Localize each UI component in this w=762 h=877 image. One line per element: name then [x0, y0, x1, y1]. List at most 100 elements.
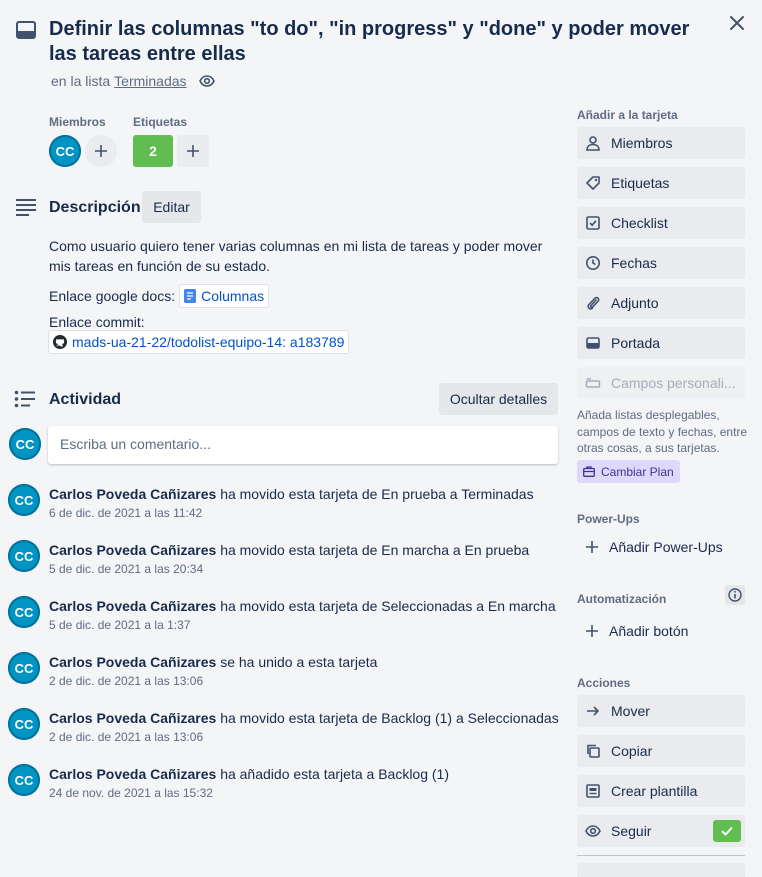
dates-button[interactable]: Fechas: [577, 247, 745, 279]
commit-link-label: mads-ua-21-22/todolist-equipo-14: a18378…: [72, 334, 345, 350]
add-powerups-label: Añadir Power-Ups: [609, 539, 723, 555]
eye-icon: [198, 73, 215, 89]
cover-button-label: Portada: [611, 335, 661, 351]
actions-title: Acciones: [577, 676, 631, 690]
custom-fields-icon: [585, 378, 601, 388]
activity-date[interactable]: 24 de nov. de 2021 a las 15:32: [49, 786, 213, 800]
list-link[interactable]: Terminadas: [114, 73, 186, 89]
card-title[interactable]: Definir las columnas "to do", "in progre…: [49, 17, 709, 67]
labels-label: Etiquetas: [133, 115, 188, 129]
google-docs-icon: [184, 289, 197, 303]
activity-title: Actividad: [49, 391, 122, 408]
avatar[interactable]: CC: [8, 596, 40, 628]
follow-button-label: Seguir: [611, 823, 652, 839]
activity-text: Carlos Poveda Cañizares se ha unido a es…: [49, 652, 377, 672]
plus-icon: [187, 145, 199, 157]
add-member-button[interactable]: [85, 135, 117, 167]
add-button-button[interactable]: Añadir botón: [577, 615, 745, 647]
copy-button-label: Copiar: [611, 743, 653, 759]
briefcase-icon: [583, 466, 595, 477]
commit-label: Enlace commit:: [49, 314, 145, 330]
activity-text: Carlos Poveda Cañizares ha movido esta t…: [49, 484, 534, 504]
activity-user[interactable]: Carlos Poveda Cañizares: [49, 654, 216, 670]
eye-icon: [585, 825, 601, 837]
add-to-card-title: Añadir a la tarjeta: [577, 108, 678, 122]
members-button-label: Miembros: [611, 135, 673, 151]
label-chip[interactable]: 2: [133, 135, 173, 167]
attachment-button[interactable]: Adjunto: [577, 287, 745, 319]
avatar[interactable]: CC: [8, 708, 40, 740]
docs-link-label: Columnas: [201, 288, 265, 304]
info-icon: [728, 588, 742, 602]
avatar[interactable]: CC: [49, 135, 81, 167]
move-button[interactable]: Mover: [577, 695, 745, 727]
avatar[interactable]: CC: [8, 764, 40, 796]
create-template-button[interactable]: Crear plantilla: [577, 775, 745, 807]
activity-date[interactable]: 2 de dic. de 2021 a las 13:06: [49, 730, 203, 744]
activity-action: ha movido esta tarjeta de En marcha a En…: [220, 542, 530, 558]
cover-icon: [586, 337, 600, 349]
checklist-button[interactable]: Checklist: [577, 207, 745, 239]
activity-user[interactable]: Carlos Poveda Cañizares: [49, 766, 216, 782]
avatar[interactable]: CC: [8, 540, 40, 572]
plus-icon: [586, 625, 598, 637]
avatar[interactable]: CC: [8, 484, 40, 516]
activity-text: Carlos Poveda Cañizares ha movido esta t…: [49, 596, 556, 616]
clock-icon: [586, 256, 600, 270]
activity-user[interactable]: Carlos Poveda Cañizares: [49, 542, 216, 558]
custom-fields-button[interactable]: Campos personali...: [577, 367, 745, 399]
description-text: Como usuario quiero tener varias columna…: [49, 238, 543, 274]
divider: [577, 855, 745, 856]
labels-button[interactable]: Etiquetas: [577, 167, 745, 199]
dates-button-label: Fechas: [611, 255, 657, 271]
github-icon: [53, 335, 67, 349]
upgrade-plan-label: Cambiar Plan: [601, 464, 674, 479]
person-icon: [586, 136, 600, 151]
edit-description-button[interactable]: Editar: [142, 191, 201, 223]
activity-action: ha movido esta tarjeta de Seleccionadas …: [220, 598, 556, 614]
activity-user[interactable]: Carlos Poveda Cañizares: [49, 486, 216, 502]
automation-info-button[interactable]: [725, 585, 745, 605]
paperclip-icon: [587, 296, 600, 310]
follow-button[interactable]: Seguir: [577, 815, 745, 847]
archive-button[interactable]: [577, 863, 745, 877]
commit-link[interactable]: mads-ua-21-22/todolist-equipo-14: a18378…: [48, 330, 350, 354]
hide-details-button[interactable]: Ocultar detalles: [439, 383, 558, 415]
activity-date[interactable]: 5 de dic. de 2021 a la 1:37: [49, 618, 190, 632]
description-title: Descripción: [49, 199, 141, 216]
docs-link[interactable]: Columnas: [179, 284, 270, 308]
description-icon: [15, 198, 37, 216]
members-button[interactable]: Miembros: [577, 127, 745, 159]
upgrade-plan-button[interactable]: Cambiar Plan: [577, 460, 680, 483]
comment-input[interactable]: Escriba un comentario...: [48, 426, 558, 464]
docs-label: Enlace google docs:: [49, 288, 176, 304]
add-powerups-button[interactable]: Añadir Power-Ups: [577, 531, 745, 563]
activity-date[interactable]: 6 de dic. de 2021 a las 11:42: [49, 506, 202, 520]
copy-icon: [587, 744, 600, 758]
activity-text: Carlos Poveda Cañizares ha movido esta t…: [49, 540, 529, 560]
check-icon: [721, 826, 733, 836]
avatar[interactable]: CC: [9, 428, 41, 460]
attachment-button-label: Adjunto: [611, 295, 659, 311]
following-check-badge: [713, 820, 741, 842]
add-label-button[interactable]: [177, 135, 209, 167]
docs-line: Enlace google docs: Columnas: [49, 284, 270, 308]
activity-text: Carlos Poveda Cañizares ha movido esta t…: [49, 708, 559, 728]
activity-icon: [14, 390, 36, 408]
activity-date[interactable]: 2 de dic. de 2021 a las 13:06: [49, 674, 203, 688]
checklist-icon: [586, 216, 600, 230]
activity-date[interactable]: 5 de dic. de 2021 a las 20:34: [49, 562, 203, 576]
create-template-label: Crear plantilla: [611, 783, 698, 799]
tag-icon: [586, 176, 600, 190]
list-prefix: en la lista: [51, 73, 111, 89]
activity-user[interactable]: Carlos Poveda Cañizares: [49, 598, 216, 614]
custom-fields-label: Campos personali...: [611, 375, 736, 391]
activity-action: ha movido esta tarjeta de Backlog (1) a …: [220, 710, 559, 726]
close-button[interactable]: [724, 10, 750, 36]
avatar[interactable]: CC: [8, 652, 40, 684]
activity-action: ha movido esta tarjeta de En prueba a Te…: [220, 486, 534, 502]
activity-text: Carlos Poveda Cañizares ha añadido esta …: [49, 764, 449, 784]
activity-user[interactable]: Carlos Poveda Cañizares: [49, 710, 216, 726]
cover-button[interactable]: Portada: [577, 327, 745, 359]
copy-button[interactable]: Copiar: [577, 735, 745, 767]
